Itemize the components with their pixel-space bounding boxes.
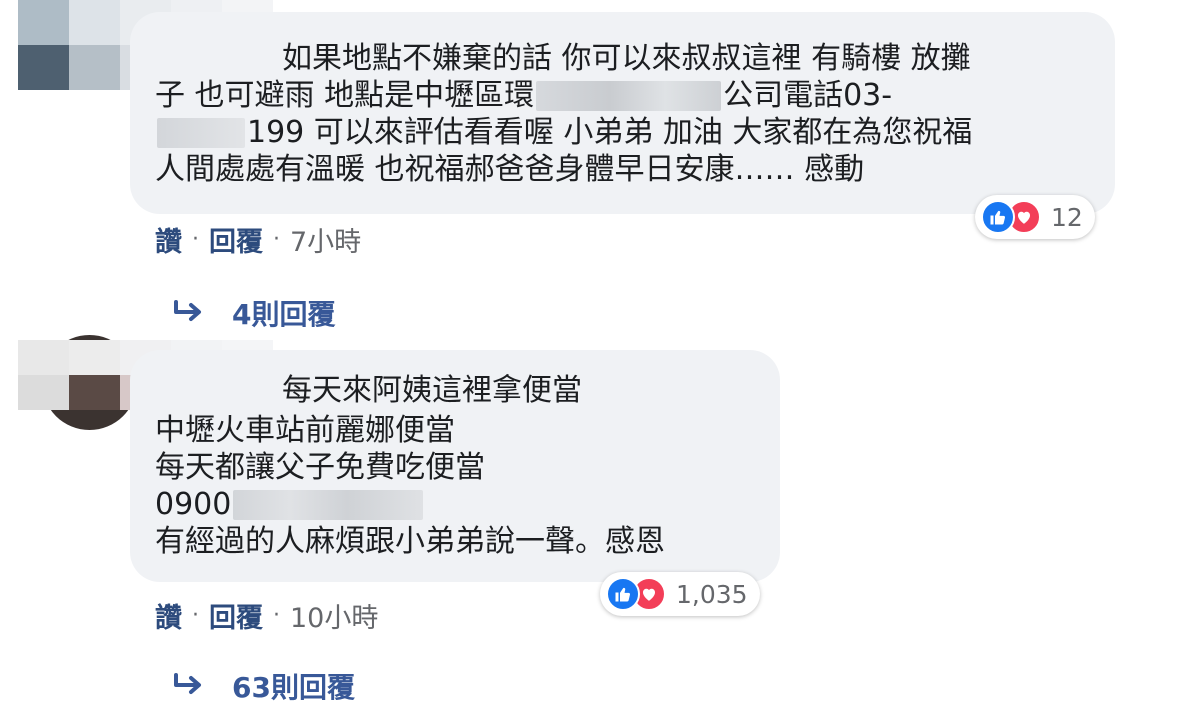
reply-button[interactable]: 回覆	[209, 220, 263, 259]
reply-arrow-icon	[174, 673, 201, 694]
reply-arrow-icon	[174, 300, 201, 321]
reply-button[interactable]: 回覆	[209, 596, 263, 635]
comment-bubble: 每天來阿姨這裡拿便當 中壢火車站前麗娜便當 每天都讓父子免費吃便當 0900 有…	[130, 350, 780, 582]
comment: 如果地點不嫌棄的話 你可以來叔叔這裡 有騎樓 放攤 子 也可避雨 地點是中壢區環…	[0, 0, 1200, 340]
comment-line: 每天都讓父子免費吃便當	[155, 450, 485, 485]
comment-line: 中壢火車站前麗娜便當	[155, 413, 455, 448]
like-button[interactable]: 讚	[155, 596, 182, 635]
comment-text: 每天來阿姨這裡拿便當	[282, 372, 582, 409]
separator: ·	[192, 603, 199, 628]
separator: ·	[192, 227, 199, 252]
comment-text: 如果地點不嫌棄的話 你可以來叔叔這裡 有騎樓 放攤	[282, 40, 971, 77]
like-button[interactable]: 讚	[155, 220, 182, 259]
timestamp[interactable]: 7小時	[290, 220, 361, 259]
comment-line: 0900	[155, 486, 665, 523]
comment-line: 如果地點不嫌棄的話 你可以來叔叔這裡 有騎樓 放攤	[282, 41, 971, 76]
comment-line: 人間處處有溫暖 也祝福郝爸爸身體早日安康…… 感動	[155, 152, 865, 187]
comment: 每天來阿姨這裡拿便當 中壢火車站前麗娜便當 每天都讓父子免費吃便當 0900 有…	[0, 335, 1200, 704]
like-icon	[981, 200, 1015, 234]
comment-line: 子 也可避雨 地點是中壢區環 公司電話03-	[155, 78, 893, 113]
redacted-address	[536, 80, 722, 111]
comment-line: 199 可以來評估看看喔 小弟弟 加油 大家都在為您祝福	[155, 114, 972, 151]
view-replies-link[interactable]: 63則回覆	[172, 666, 355, 706]
timestamp[interactable]: 10小時	[290, 596, 378, 635]
redacted-phone	[157, 117, 245, 148]
reaction-summary[interactable]: 12	[975, 195, 1095, 239]
comment-text: 中壢火車站前麗娜便當 每天都讓父子免費吃便當 0900 有經過的人麻煩跟小弟弟說…	[155, 412, 665, 560]
redacted-phone	[233, 489, 424, 520]
separator: ·	[273, 603, 280, 628]
comment-line: 每天來阿姨這裡拿便當	[282, 373, 582, 408]
view-replies-link[interactable]: 4則回覆	[172, 293, 335, 333]
comment-bubble: 如果地點不嫌棄的話 你可以來叔叔這裡 有騎樓 放攤 子 也可避雨 地點是中壢區環…	[130, 12, 1115, 214]
separator: ·	[273, 227, 280, 252]
replies-count-label[interactable]: 4則回覆	[232, 293, 335, 333]
reaction-count: 12	[1051, 202, 1083, 232]
comment-line: 有經過的人麻煩跟小弟弟說一聲。感恩	[155, 524, 665, 559]
comment-actions: 讚 · 回覆 · 10小時	[155, 596, 378, 635]
comment-text: 子 也可避雨 地點是中壢區環 公司電話03- 199 可以來評估看看喔 小弟弟 …	[155, 77, 972, 188]
reaction-count: 1,035	[676, 579, 748, 609]
replies-count-label[interactable]: 63則回覆	[232, 666, 355, 706]
reaction-summary[interactable]: 1,035	[600, 572, 760, 616]
like-icon	[606, 577, 640, 611]
comment-actions: 讚 · 回覆 · 7小時	[155, 220, 361, 259]
